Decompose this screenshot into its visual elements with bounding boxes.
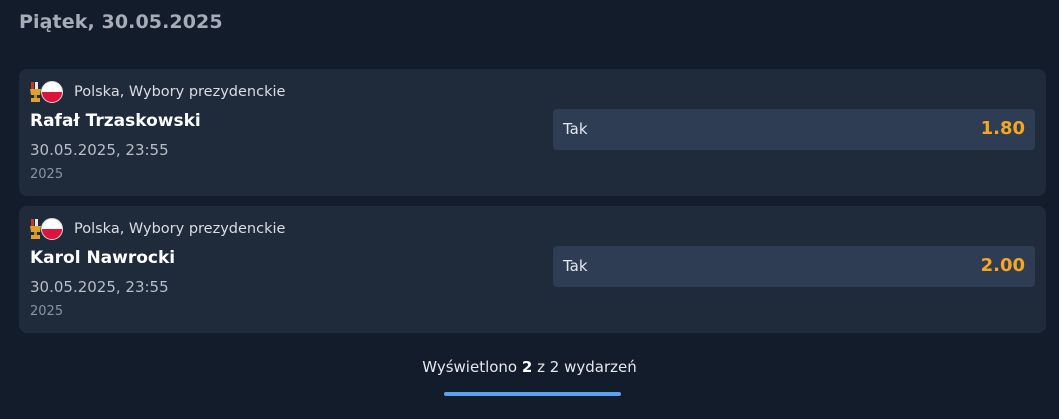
odds-value: 1.80 (980, 118, 1025, 139)
loaded-progress-fill (444, 392, 621, 396)
count-shown: 2 (521, 358, 533, 376)
odds-label: Tak (563, 257, 588, 275)
event-name[interactable]: Karol Nawrocki (30, 248, 175, 268)
odds-value: 2.00 (980, 255, 1025, 276)
count-total: 2 (549, 358, 560, 376)
league-row: Polska, Wybory prezydenckie (30, 81, 285, 103)
league-row: Polska, Wybory prezydenckie (30, 218, 285, 240)
count-middle: z (537, 358, 545, 376)
event-card: Polska, Wybory prezydenckie Karol Nawroc… (19, 206, 1046, 333)
league-icons (30, 81, 65, 103)
event-year: 2025 (30, 304, 64, 319)
league-icons (30, 218, 65, 240)
event-card: Polska, Wybory prezydenckie Rafał Trzask… (19, 69, 1046, 196)
league-name[interactable]: Polska, Wybory prezydenckie (74, 84, 285, 100)
league-name[interactable]: Polska, Wybory prezydenckie (74, 221, 285, 237)
event-year: 2025 (30, 167, 64, 182)
count-suffix: wydarzeń (564, 358, 637, 376)
event-datetime: 30.05.2025, 23:55 (30, 141, 169, 159)
date-header: Piątek, 30.05.2025 (19, 11, 223, 33)
odds-label: Tak (563, 120, 588, 138)
odds-button[interactable]: Tak 2.00 (553, 246, 1035, 287)
poland-flag-icon (41, 81, 63, 103)
poland-flag-icon (41, 218, 63, 240)
event-name[interactable]: Rafał Trzaskowski (30, 111, 201, 131)
count-prefix: Wyświetlono (422, 358, 518, 376)
events-count-info: Wyświetlono 2 z 2 wydarzeń (0, 358, 1059, 376)
odds-button[interactable]: Tak 1.80 (553, 109, 1035, 150)
loaded-progress-bar (444, 392, 621, 396)
events-page: Piątek, 30.05.2025 Polska, Wybory prezyd… (0, 0, 1059, 419)
event-datetime: 30.05.2025, 23:55 (30, 278, 169, 296)
